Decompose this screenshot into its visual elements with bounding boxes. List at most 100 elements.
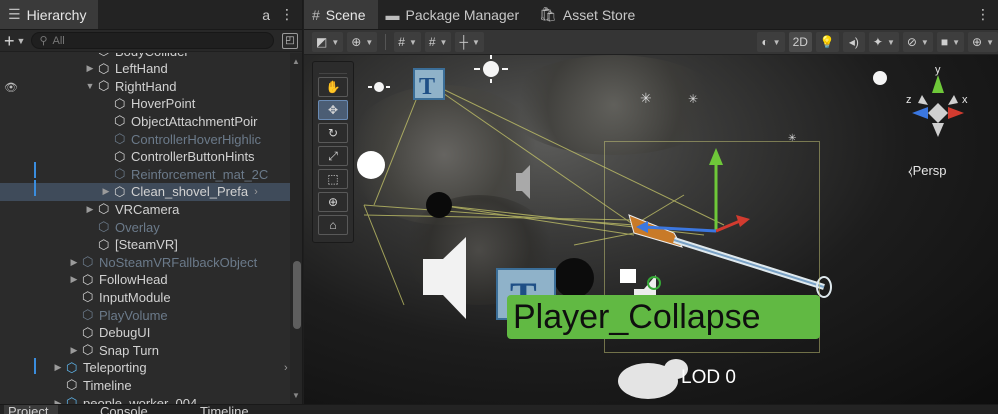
- hierarchy-item[interactable]: ▶ ⬡ NoSteamVRFallbackObject: [0, 253, 290, 271]
- gameobject-cube-icon: ⬡: [82, 307, 94, 322]
- hierarchy-item-label: PlayVolume: [99, 307, 168, 323]
- rotate-tool-button[interactable]: ↻: [318, 123, 348, 143]
- scale-tool-button[interactable]: ⤢: [318, 146, 348, 166]
- hierarchy-item[interactable]: ▶ ⬡ VRCamera: [0, 200, 290, 218]
- shading-mode-button[interactable]: ◐ ▼: [757, 32, 785, 52]
- hierarchy-item[interactable]: ▶ ⬡ FollowHead: [0, 271, 290, 289]
- hierarchy-item[interactable]: ⬡ DebugUI: [0, 324, 290, 342]
- hand-tool-button[interactable]: ✋: [318, 77, 348, 97]
- hierarchy-item[interactable]: ▶ ⬡ Teleporting ›: [0, 359, 290, 377]
- changed-marker: [34, 180, 36, 196]
- orientation-gizmo[interactable]: y x z: [898, 65, 978, 145]
- scrollbar-thumb[interactable]: [293, 261, 301, 329]
- audio-source-icon: [423, 237, 466, 319]
- hierarchy-item[interactable]: ⬡ PlayVolume: [0, 306, 290, 324]
- effects-button[interactable]: ✦ ▼: [868, 32, 899, 52]
- transform-tool-button[interactable]: ⊕: [318, 192, 348, 212]
- tab-project[interactable]: Project: [4, 405, 59, 414]
- hierarchy-item[interactable]: ▶ ⬡ LeftHand: [0, 60, 290, 78]
- camera-settings-button[interactable]: ■ ▼: [936, 32, 965, 52]
- tab-scene[interactable]: # Scene: [304, 0, 378, 29]
- chevron-right-icon[interactable]: ▶: [100, 186, 112, 197]
- tab-console[interactable]: Console: [100, 405, 148, 414]
- svg-text:✳: ✳: [640, 90, 652, 106]
- scale-icon: ⤢: [328, 148, 338, 163]
- open-prefab-chevron-icon[interactable]: ›: [254, 186, 258, 198]
- hierarchy-item[interactable]: ⬡ Overlay: [0, 218, 290, 236]
- gameobject-cube-icon: ⬡: [98, 236, 110, 252]
- hierarchy-item[interactable]: ▶ ⬡ Clean_shovel_Prefa ›: [0, 182, 290, 201]
- hierarchy-item[interactable]: ⬡ [SteamVR]: [0, 236, 290, 254]
- draw-mode-icon: ◩: [316, 35, 328, 49]
- hierarchy-item-label: BodyCollider: [115, 53, 189, 59]
- audio-toggle-button[interactable]: ◂): [842, 32, 865, 52]
- tab-hierarchy[interactable]: ☰ Hierarchy: [0, 0, 99, 29]
- move-tool-button[interactable]: ✥: [318, 100, 348, 120]
- chevron-right-icon[interactable]: ▶: [68, 274, 80, 285]
- add-object-button[interactable]: +: [4, 32, 15, 50]
- draw-mode-button[interactable]: ◩ ▼: [312, 32, 344, 52]
- gameobject-cube-icon: ⬡: [114, 148, 126, 164]
- more-menu-icon[interactable]: ⋮: [976, 6, 990, 23]
- increment-snap-button[interactable]: # ▼: [424, 32, 452, 52]
- hierarchy-item-label: Timeline: [83, 377, 132, 393]
- rotate-icon: ↻: [327, 126, 339, 140]
- snap-icon: #: [428, 35, 436, 49]
- lighting-toggle-button[interactable]: 💡: [815, 32, 839, 52]
- global-button[interactable]: ⊕ ▼: [347, 32, 378, 52]
- chevron-right-icon[interactable]: ▶: [52, 362, 64, 373]
- hierarchy-item[interactable]: ▶ ⬡ Snap Turn: [0, 341, 290, 359]
- svg-text:✳: ✳: [688, 92, 698, 106]
- ruler-button[interactable]: ┼ ▼: [455, 32, 484, 52]
- eye-slash-icon: ⊘: [906, 35, 917, 49]
- search-placeholder: All: [52, 34, 65, 47]
- hierarchy-item[interactable]: ▶ ⬡ people_worker_004: [0, 394, 290, 405]
- palette-grip[interactable]: [319, 64, 347, 74]
- lock-icon[interactable]: a: [262, 7, 270, 23]
- rect-tool-button[interactable]: ⬚: [318, 169, 348, 189]
- hidden-objects-button[interactable]: ⊘ ▼: [902, 32, 933, 52]
- camera-projection-label[interactable]: ⧼Persp: [908, 163, 947, 179]
- chevron-down-icon[interactable]: ▼: [84, 81, 96, 91]
- chevron-right-icon[interactable]: ▶: [68, 345, 80, 356]
- gizmo-z-label: z: [906, 94, 912, 106]
- gizmos-button[interactable]: ⊕ ▼: [968, 32, 998, 52]
- svg-text:T: T: [419, 74, 435, 100]
- visibility-eye-icon[interactable]: 👁: [4, 81, 18, 94]
- hierarchy-scrollbar[interactable]: ▲ ▼: [290, 53, 302, 404]
- grid-snap-button[interactable]: # ▼: [394, 32, 421, 52]
- chevron-down-icon[interactable]: ▼: [17, 36, 26, 46]
- hierarchy-item[interactable]: ⬡ Timeline: [0, 376, 290, 394]
- hierarchy-item[interactable]: ⬡ InputModule: [0, 288, 290, 306]
- gameobject-cube-icon: ⬡: [82, 289, 94, 305]
- hierarchy-item-label: FollowHead: [99, 272, 168, 288]
- search-input[interactable]: ⚲ All: [31, 32, 274, 49]
- scene-visibility-icon[interactable]: ◰: [282, 32, 298, 49]
- hierarchy-item-label: ControllerHoverHighlic: [131, 131, 262, 147]
- grid-icon: #: [398, 35, 405, 49]
- hierarchy-item[interactable]: ⬡ ControllerButtonHints: [0, 148, 290, 166]
- chevron-right-icon[interactable]: ▶: [84, 204, 96, 215]
- list-icon: ☰: [8, 6, 21, 22]
- hierarchy-item-label: RightHand: [115, 78, 177, 94]
- scene-viewport[interactable]: T T ✳ ✳ ✳: [304, 55, 998, 404]
- wire-line: [363, 204, 405, 306]
- scroll-up-icon[interactable]: ▲: [292, 57, 300, 66]
- gizmo-x-label: x: [962, 94, 968, 106]
- hierarchy-tree: ⬡BodyCollider▶⬡LeftHand▼⬡RightHand⬡Hover…: [0, 53, 290, 404]
- tab-timeline[interactable]: Timeline: [200, 405, 249, 414]
- hierarchy-item[interactable]: ⬡ Reinforcement_mat_2C: [0, 165, 290, 183]
- tab-package-manager[interactable]: ▬ Package Manager: [378, 0, 532, 29]
- hierarchy-item[interactable]: ⬡ ControllerHoverHighlic: [0, 130, 290, 148]
- hierarchy-item[interactable]: ⬡ HoverPoint: [0, 95, 290, 113]
- scroll-down-icon[interactable]: ▼: [292, 391, 300, 400]
- chevron-right-icon[interactable]: ▶: [84, 63, 96, 74]
- open-prefab-chevron-icon[interactable]: ›: [284, 362, 288, 374]
- more-menu-icon[interactable]: ⋮: [280, 6, 294, 23]
- hierarchy-item[interactable]: ▼ ⬡ RightHand: [0, 77, 290, 95]
- custom-tool-button[interactable]: ⌂: [318, 215, 348, 235]
- hierarchy-item[interactable]: ⬡ ObjectAttachmentPoir: [0, 112, 290, 130]
- tab-asset-store[interactable]: 🛍 Asset Store: [531, 0, 647, 29]
- chevron-right-icon[interactable]: ▶: [68, 257, 80, 268]
- toggle-2d-button[interactable]: 2D: [788, 32, 812, 52]
